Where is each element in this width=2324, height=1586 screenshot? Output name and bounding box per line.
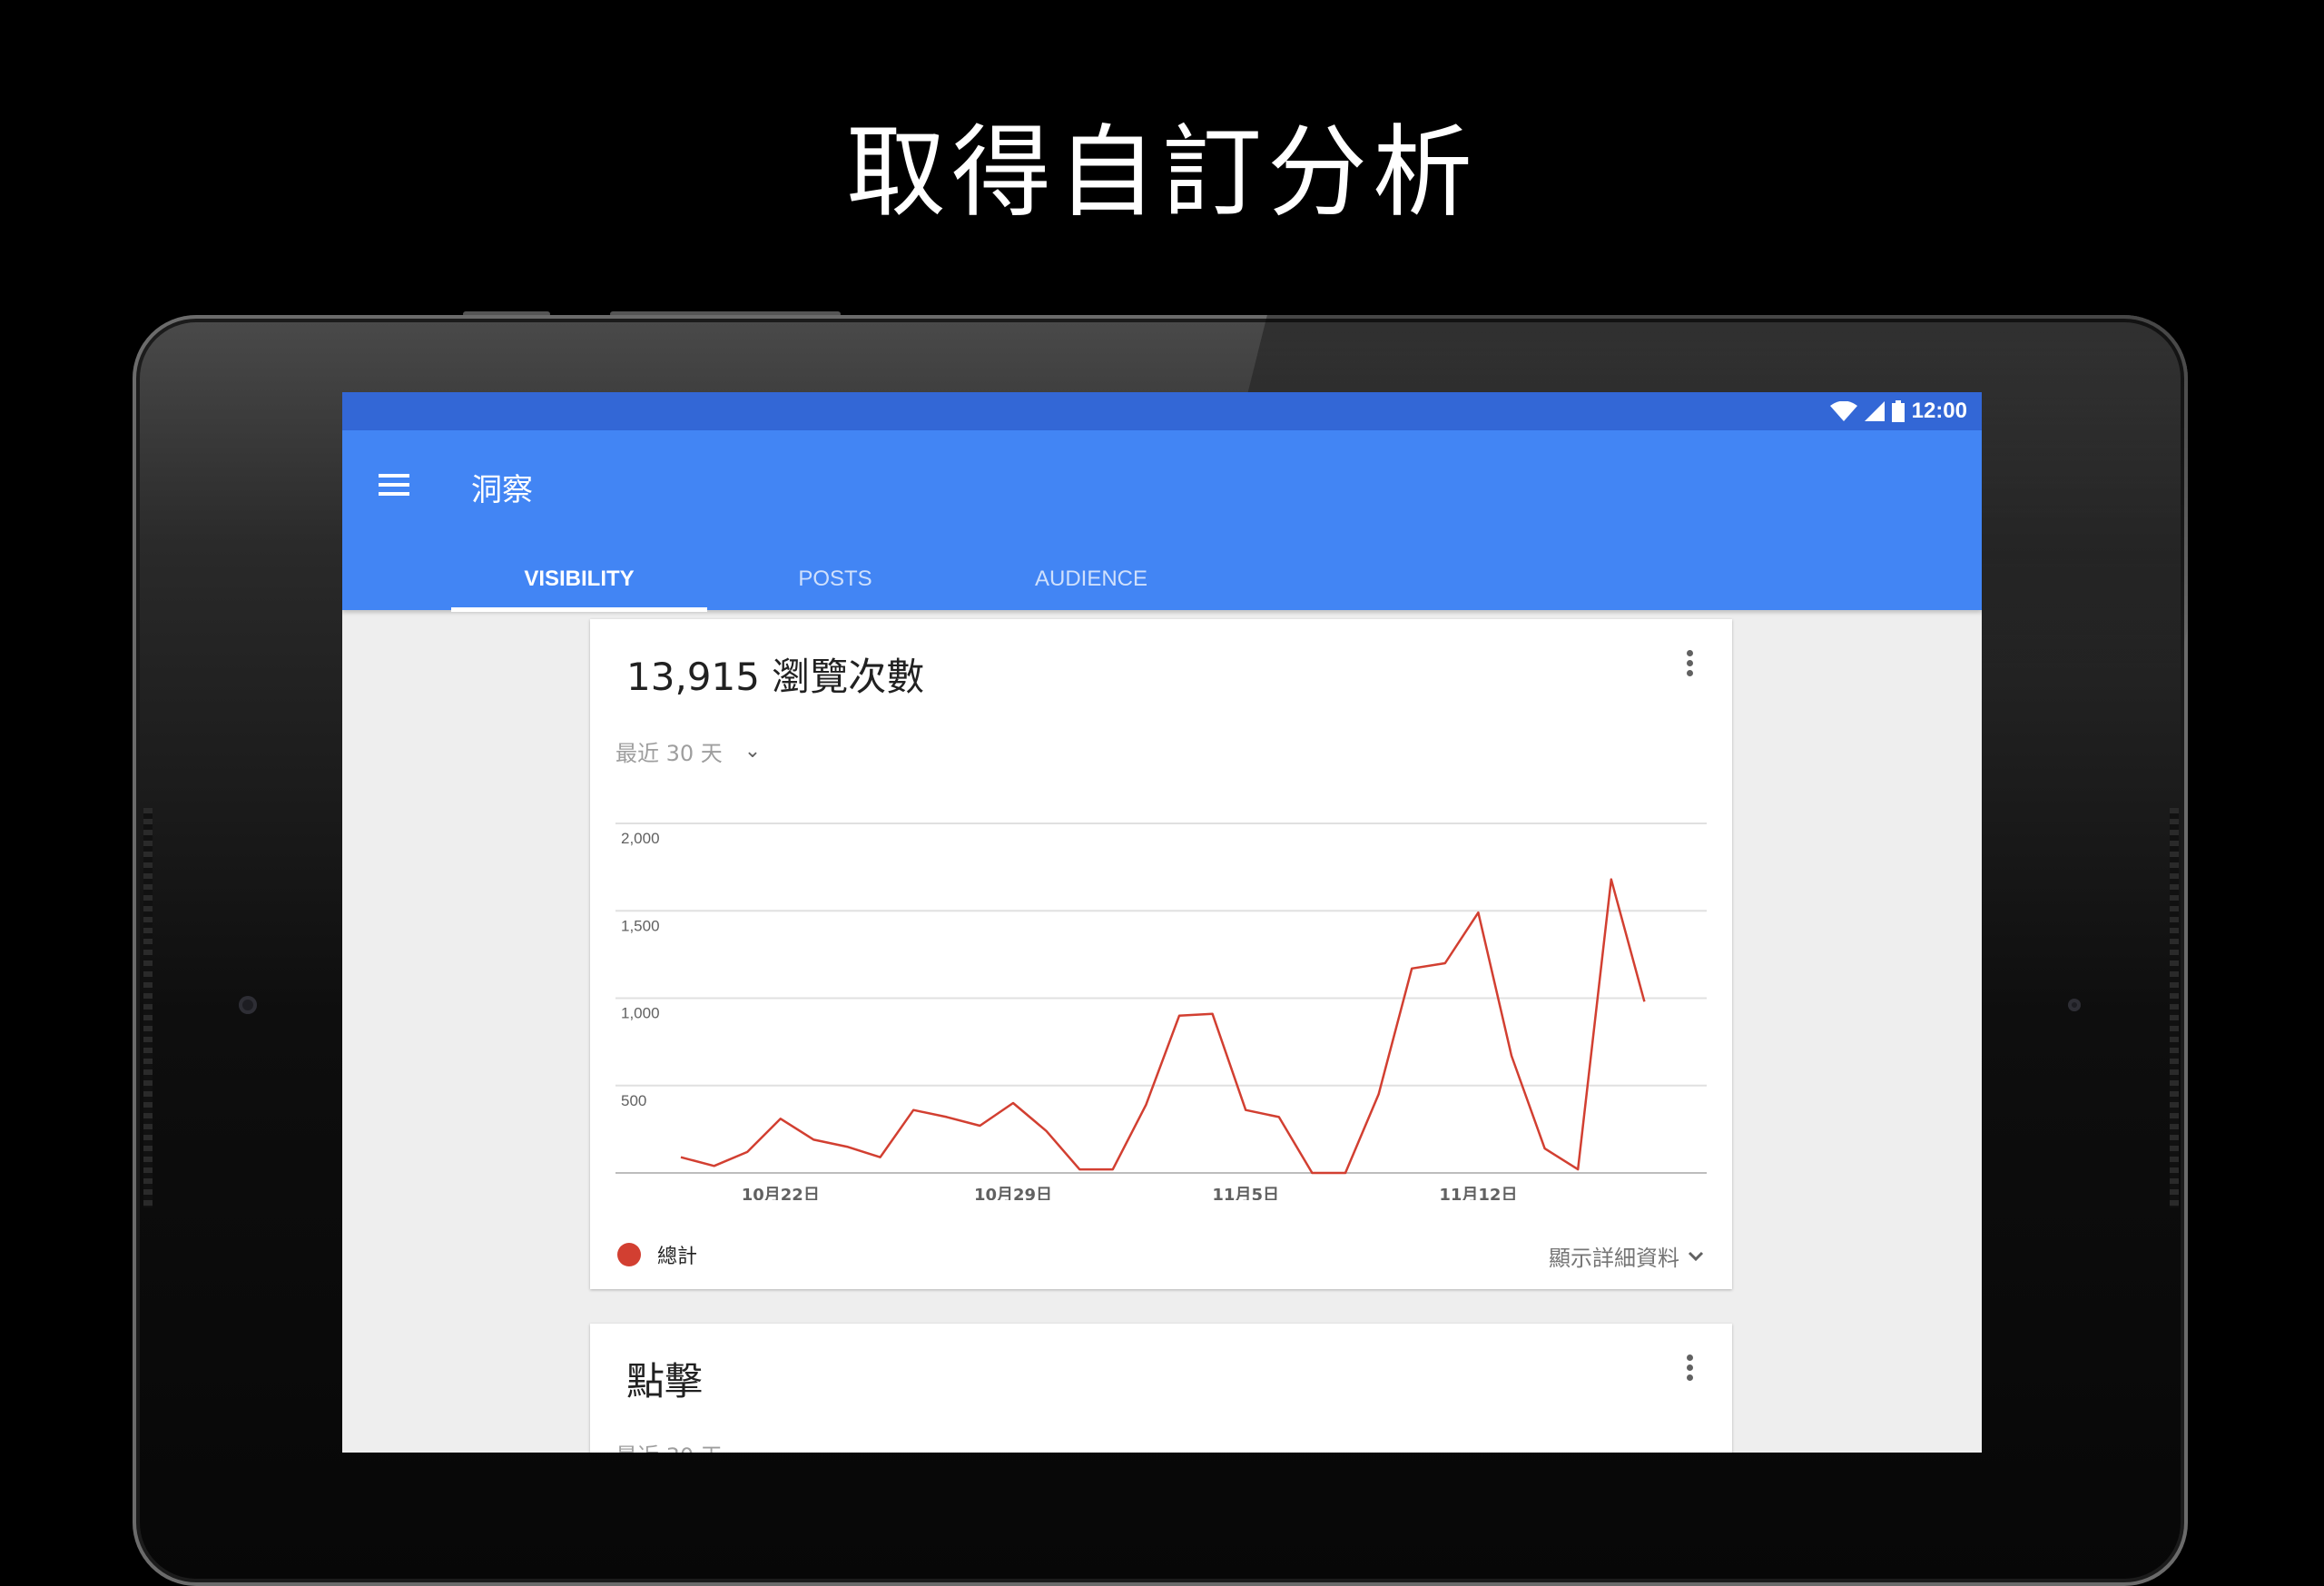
views-card: 13,915 瀏覽次數 最近 30 天 ⌄ 500 1,000 1,500 2,000… (590, 619, 1732, 1289)
app-screen: 12:00 洞察 VISIBILITY POSTS AUDIENCE 13,91… (342, 392, 1982, 1453)
date-range-label: 最近 30 天 (615, 741, 723, 766)
menu-icon[interactable] (379, 474, 409, 497)
more-vert-icon[interactable] (1687, 650, 1696, 680)
show-details-label: 顯示詳細資料 (1549, 1246, 1679, 1271)
y-tick-label: 1,500 (621, 917, 660, 934)
speaker-grill-right (2170, 808, 2179, 1207)
date-range-selector[interactable]: 最近 30 天 ⌄ (615, 735, 761, 767)
views-series-line (680, 878, 1646, 1175)
views-line-chart: 500 1,000 1,500 2,000 10月22日 10月29日 11月5日 11月12… (615, 823, 1707, 1200)
y-tick-label: 1,000 (621, 1005, 660, 1022)
x-tick-label: 11月5日 (1212, 1186, 1279, 1200)
status-bar: 12:00 (342, 392, 1982, 430)
signal-icon (1864, 401, 1885, 421)
speaker-grill-left (143, 808, 153, 1207)
legend-label: 總計 (657, 1246, 698, 1268)
views-total-title: 13,915 瀏覽次數 (626, 655, 925, 699)
front-camera (239, 996, 257, 1014)
clicks-card: 點擊 最近 30 天 (590, 1324, 1732, 1453)
x-tick-label: 10月22日 (742, 1186, 820, 1200)
legend-swatch (617, 1243, 641, 1266)
show-details-button[interactable]: 顯示詳細資料 (1549, 1240, 1705, 1272)
x-tick-label: 11月12日 (1439, 1186, 1517, 1200)
tab-audience[interactable]: AUDIENCE (963, 548, 1219, 610)
x-tick-label: 10月29日 (974, 1186, 1052, 1200)
more-vert-icon[interactable] (1687, 1355, 1696, 1384)
tab-bar: VISIBILITY POSTS AUDIENCE (451, 548, 1219, 612)
y-tick-label: 2,000 (621, 830, 660, 847)
tab-posts[interactable]: POSTS (707, 548, 963, 610)
chevron-down-icon (1688, 1251, 1704, 1261)
clicks-title: 點擊 (626, 1359, 704, 1404)
status-time: 12:00 (1911, 399, 1967, 423)
wifi-icon (1829, 401, 1857, 421)
chart-legend: 總計 (617, 1240, 697, 1269)
sensor (2068, 999, 2081, 1011)
page-title: 洞察 (471, 472, 533, 508)
y-tick-label: 500 (621, 1092, 646, 1109)
chevron-down-icon: ⌄ (743, 740, 762, 763)
date-range-selector[interactable]: 最近 30 天 (615, 1438, 723, 1453)
battery-icon (1891, 400, 1905, 422)
app-bar: 洞察 VISIBILITY POSTS AUDIENCE (342, 430, 1982, 612)
tab-visibility[interactable]: VISIBILITY (451, 548, 707, 612)
headline: 取得自訂分析 (846, 114, 1478, 231)
